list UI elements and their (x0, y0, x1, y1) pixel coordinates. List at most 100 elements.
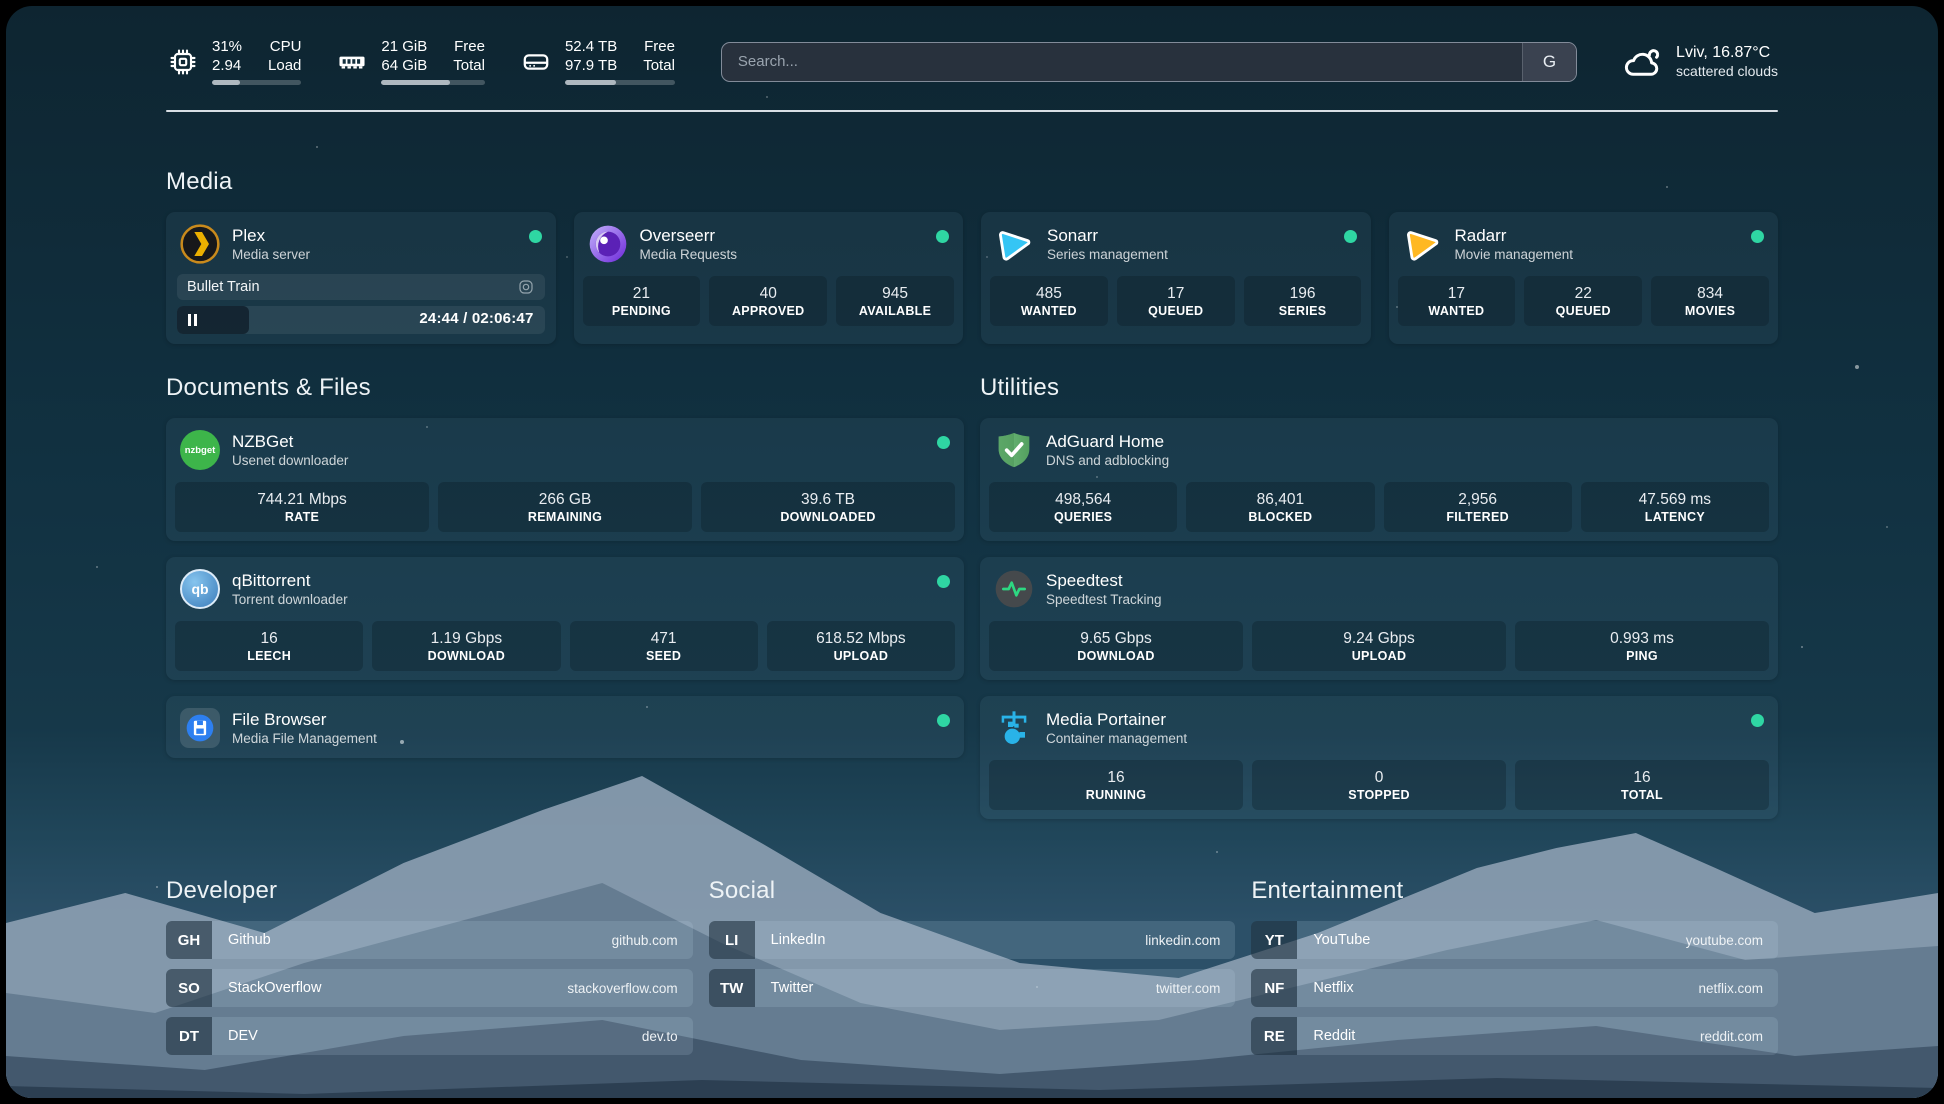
service-card-adguard-home[interactable]: AdGuard HomeDNS and adblocking498,564QUE… (980, 418, 1778, 541)
resource-label: Load (268, 57, 301, 75)
bookmarks-section: DeveloperGHGithubgithub.comSOStackOverfl… (166, 877, 1778, 1065)
service-card-overseerr[interactable]: OverseerrMedia Requests 21PENDING40APPROV… (574, 212, 964, 344)
stat-value: 9.24 Gbps (1254, 629, 1504, 648)
stat-value: 9.65 Gbps (991, 629, 1241, 648)
service-header: File BrowserMedia File Management (166, 696, 964, 758)
weather-location-temp: Lviv, 16.87°C (1676, 43, 1778, 63)
search-provider-button[interactable]: G (1522, 43, 1576, 81)
bookmark-url: github.com (612, 933, 693, 948)
service-stats: 21PENDING40APPROVED945AVAILABLE (574, 274, 964, 335)
bookmark-linkedin[interactable]: LILinkedInlinkedin.com (709, 921, 1236, 959)
service-titles: SpeedtestSpeedtest Tracking (1046, 570, 1764, 608)
bookmark-twitter[interactable]: TWTwittertwitter.com (709, 969, 1236, 1007)
bookmark-name: Netflix (1297, 980, 1698, 996)
now-playing-title: Bullet Train (187, 279, 517, 295)
bookmark-name: DEV (212, 1028, 642, 1044)
search-input[interactable] (722, 43, 1522, 81)
bookmark-dev[interactable]: DTDEVdev.to (166, 1017, 693, 1055)
bookmark-name: LinkedIn (755, 932, 1146, 948)
bookmark-reddit[interactable]: RERedditreddit.com (1251, 1017, 1778, 1055)
bookmark-abbr: NF (1251, 969, 1297, 1007)
bookmark-column-social: SocialLILinkedInlinkedin.comTWTwittertwi… (709, 877, 1236, 1065)
stat-label: LATENCY (1583, 509, 1767, 525)
service-card-radarr[interactable]: RadarrMovie management17WANTED22QUEUED83… (1389, 212, 1779, 344)
stat-block: 2,956FILTERED (1384, 482, 1572, 532)
bookmark-name: Github (212, 932, 612, 948)
stat-block: 22QUEUED (1524, 276, 1642, 326)
media-cards-row: PlexMedia serverBullet Train24:44 / 02:0… (166, 212, 1778, 344)
bookmark-name: Reddit (1297, 1028, 1700, 1044)
service-card-qbittorrent[interactable]: qbqBittorrentTorrent downloader16LEECH1.… (166, 557, 964, 680)
resource-label: Free (453, 38, 485, 56)
stat-label: AVAILABLE (838, 303, 952, 319)
stat-value: 0.993 ms (1517, 629, 1767, 648)
service-card-file-browser[interactable]: File BrowserMedia File Management (166, 696, 964, 758)
bookmark-youtube[interactable]: YTYouTubeyoutube.com (1251, 921, 1778, 959)
stat-value: 618.52 Mbps (769, 629, 953, 648)
memory-icon (335, 45, 369, 79)
service-name: Sonarr (1047, 225, 1332, 246)
stat-value: 39.6 TB (703, 490, 953, 509)
stat-value: 196 (1246, 284, 1360, 303)
bookmark-name: StackOverflow (212, 980, 567, 996)
stat-value: 86,401 (1188, 490, 1372, 509)
stat-label: WANTED (992, 303, 1106, 319)
service-subtitle: Series management (1047, 246, 1332, 263)
service-titles: SonarrSeries management (1047, 225, 1332, 263)
stat-label: FILTERED (1386, 509, 1570, 525)
service-header: qbqBittorrentTorrent downloader (166, 557, 964, 619)
stat-block: 16LEECH (175, 621, 363, 671)
radarr-icon (1403, 224, 1443, 264)
bookmark-abbr: YT (1251, 921, 1297, 959)
stat-value: 2,956 (1386, 490, 1570, 509)
stat-label: BLOCKED (1188, 509, 1372, 525)
stat-label: QUEUED (1526, 303, 1640, 319)
bookmark-netflix[interactable]: NFNetflixnetflix.com (1251, 969, 1778, 1007)
dashboard-window: 31%CPU2.94Load21 GiBFree64 GiBTotal52.4 … (6, 6, 1938, 1098)
service-name: Media Portainer (1046, 709, 1739, 730)
bookmark-name: YouTube (1297, 932, 1685, 948)
resource-values: 21 GiBFree64 GiBTotal (381, 38, 485, 75)
stat-value: 17 (1119, 284, 1233, 303)
bookmark-url: twitter.com (1156, 981, 1236, 996)
status-dot (937, 714, 950, 727)
now-playing-widget: Bullet Train24:44 / 02:06:47 (177, 274, 545, 334)
service-titles: Media PortainerContainer management (1046, 709, 1739, 747)
topbar-divider (166, 110, 1778, 112)
service-name: File Browser (232, 709, 925, 730)
stat-label: TOTAL (1517, 787, 1767, 803)
stat-value: 47.569 ms (1583, 490, 1767, 509)
stat-value: 744.21 Mbps (177, 490, 427, 509)
overseerr-icon (588, 224, 628, 264)
stat-label: QUERIES (991, 509, 1175, 525)
bookmark-stackoverflow[interactable]: SOStackOverflowstackoverflow.com (166, 969, 693, 1007)
service-card-media-portainer[interactable]: Media PortainerContainer management16RUN… (980, 696, 1778, 819)
service-card-nzbget[interactable]: nzbgetNZBGetUsenet downloader744.21 Mbps… (166, 418, 964, 541)
stat-value: 22 (1526, 284, 1640, 303)
stat-block: 17WANTED (1398, 276, 1516, 326)
service-titles: OverseerrMedia Requests (640, 225, 925, 263)
nzbget-icon: nzbget (180, 430, 220, 470)
stat-value: 0 (1254, 768, 1504, 787)
stat-label: UPLOAD (1254, 648, 1504, 664)
service-card-sonarr[interactable]: SonarrSeries management485WANTED17QUEUED… (981, 212, 1371, 344)
service-header: AdGuard HomeDNS and adblocking (980, 418, 1778, 480)
service-card-plex[interactable]: PlexMedia serverBullet Train24:44 / 02:0… (166, 212, 556, 344)
resource-widgets: 31%CPU2.94Load21 GiBFree64 GiBTotal52.4 … (166, 38, 675, 85)
service-stats: 17WANTED22QUEUED834MOVIES (1389, 274, 1779, 335)
resource-label: Total (643, 57, 675, 75)
qbittorrent-icon: qb (180, 569, 220, 609)
speedtest-icon (994, 569, 1034, 609)
stat-label: APPROVED (711, 303, 825, 319)
now-playing-title-row: Bullet Train (177, 274, 545, 300)
bookmark-column-developer: DeveloperGHGithubgithub.comSOStackOverfl… (166, 877, 693, 1065)
stat-block: 834MOVIES (1651, 276, 1769, 326)
cloud-icon (1621, 41, 1663, 83)
service-subtitle: Usenet downloader (232, 452, 925, 469)
status-dot (1751, 714, 1764, 727)
service-header: SpeedtestSpeedtest Tracking (980, 557, 1778, 619)
resource-widget: 31%CPU2.94Load (166, 38, 301, 85)
service-card-speedtest[interactable]: SpeedtestSpeedtest Tracking9.65 GbpsDOWN… (980, 557, 1778, 680)
resource-label: Free (643, 38, 675, 56)
bookmark-github[interactable]: GHGithubgithub.com (166, 921, 693, 959)
